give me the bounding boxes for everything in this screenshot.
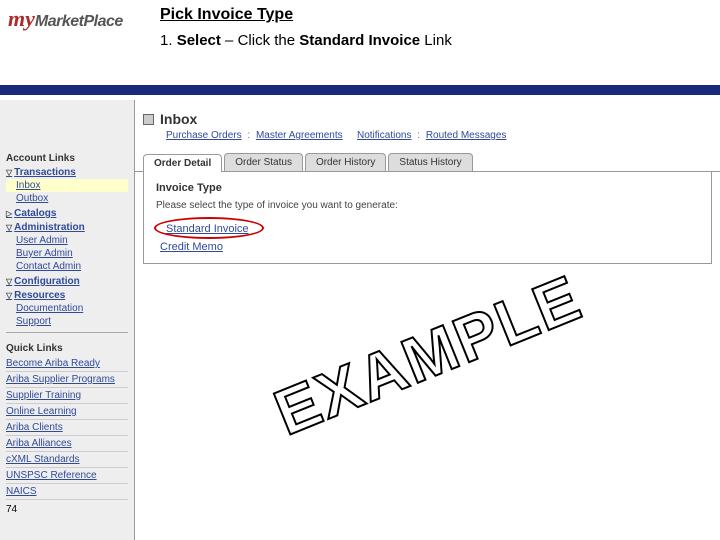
sidebar: Account Links ▽Transactions Inbox Outbox… [0, 100, 135, 540]
sidebar-section-quicklinks: Quick Links [6, 343, 128, 354]
inbox-icon [143, 114, 154, 125]
logo-my: my [8, 6, 35, 31]
step-select: Select [177, 32, 221, 49]
tab-order-history[interactable]: Order History [305, 153, 386, 171]
ql-ariba-clients[interactable]: Ariba Clients [6, 420, 128, 436]
ql-online-learning[interactable]: Online Learning [6, 404, 128, 420]
sidebar-item-inbox[interactable]: Inbox [6, 179, 128, 192]
sidebar-item-documentation[interactable]: Documentation [6, 302, 128, 315]
ql-supplier-training[interactable]: Supplier Training [6, 388, 128, 404]
crumb-master-agreements[interactable]: Master Agreements [256, 130, 343, 141]
invoice-type-panel: Invoice Type Please select the type of i… [143, 172, 712, 264]
sidebar-item-contact-admin[interactable]: Contact Admin [6, 260, 128, 273]
ql-supplier-programs[interactable]: Ariba Supplier Programs [6, 372, 128, 388]
sidebar-group-administration[interactable]: ▽Administration [6, 222, 128, 233]
ql-ariba-ready[interactable]: Become Ariba Ready [6, 356, 128, 372]
page-number: 74 [6, 504, 128, 515]
sidebar-item-outbox[interactable]: Outbox [6, 192, 128, 205]
sidebar-item-user-admin[interactable]: User Admin [6, 234, 128, 247]
ql-cxml-standards[interactable]: cXML Standards [6, 452, 128, 468]
step-number: 1. [160, 32, 173, 49]
sidebar-item-support[interactable]: Support [6, 315, 128, 328]
logo-market: MarketPlace [35, 13, 123, 30]
ql-unspsc-reference[interactable]: UNSPSC Reference [6, 468, 128, 484]
caret-icon: ▽ [6, 168, 12, 177]
tab-order-status[interactable]: Order Status [224, 153, 303, 171]
ql-naics[interactable]: NAICS [6, 484, 128, 500]
sidebar-item-buyer-admin[interactable]: Buyer Admin [6, 247, 128, 260]
caret-icon: ▽ [6, 277, 12, 286]
inbox-title: Inbox [160, 111, 197, 127]
crumb-routed-messages[interactable]: Routed Messages [426, 130, 507, 141]
sidebar-section-account: Account Links [6, 153, 128, 164]
divider-bar [0, 85, 720, 95]
tab-order-detail[interactable]: Order Detail [143, 154, 222, 172]
credit-memo-link[interactable]: Credit Memo [160, 241, 223, 253]
logo: myMarketPlace [8, 6, 123, 32]
sidebar-group-transactions[interactable]: ▽Transactions [6, 167, 128, 178]
crumb-purchase-orders[interactable]: Purchase Orders [166, 130, 242, 141]
sidebar-group-configuration[interactable]: ▽Configuration [6, 276, 128, 287]
example-watermark: EXAMPLE [264, 260, 592, 450]
sidebar-divider [6, 332, 128, 333]
caret-icon: ▽ [6, 223, 12, 232]
crumb-notifications[interactable]: Notifications [357, 130, 411, 141]
step-bold: Standard Invoice [299, 32, 420, 49]
step-dash: – Click the [221, 32, 299, 49]
sidebar-group-resources[interactable]: ▽Resources [6, 290, 128, 301]
instruction-title: Pick Invoice Type [160, 6, 710, 24]
ql-ariba-alliances[interactable]: Ariba Alliances [6, 436, 128, 452]
step-tail: Link [420, 32, 452, 49]
standard-invoice-link[interactable]: Standard Invoice [166, 223, 249, 235]
panel-subtitle: Please select the type of invoice you wa… [156, 200, 699, 211]
sidebar-group-catalogs[interactable]: ▷Catalogs [6, 208, 128, 219]
panel-title: Invoice Type [156, 182, 699, 194]
tab-status-history[interactable]: Status History [388, 153, 472, 171]
breadcrumb: Purchase Orders : Master Agreements Noti… [135, 130, 720, 147]
caret-icon: ▷ [6, 209, 12, 218]
instruction-step: 1. Select – Click the Standard Invoice L… [160, 32, 710, 49]
tab-bar: Order Detail Order Status Order History … [135, 153, 720, 172]
main-content: Inbox Purchase Orders : Master Agreement… [135, 100, 720, 540]
caret-icon: ▽ [6, 291, 12, 300]
